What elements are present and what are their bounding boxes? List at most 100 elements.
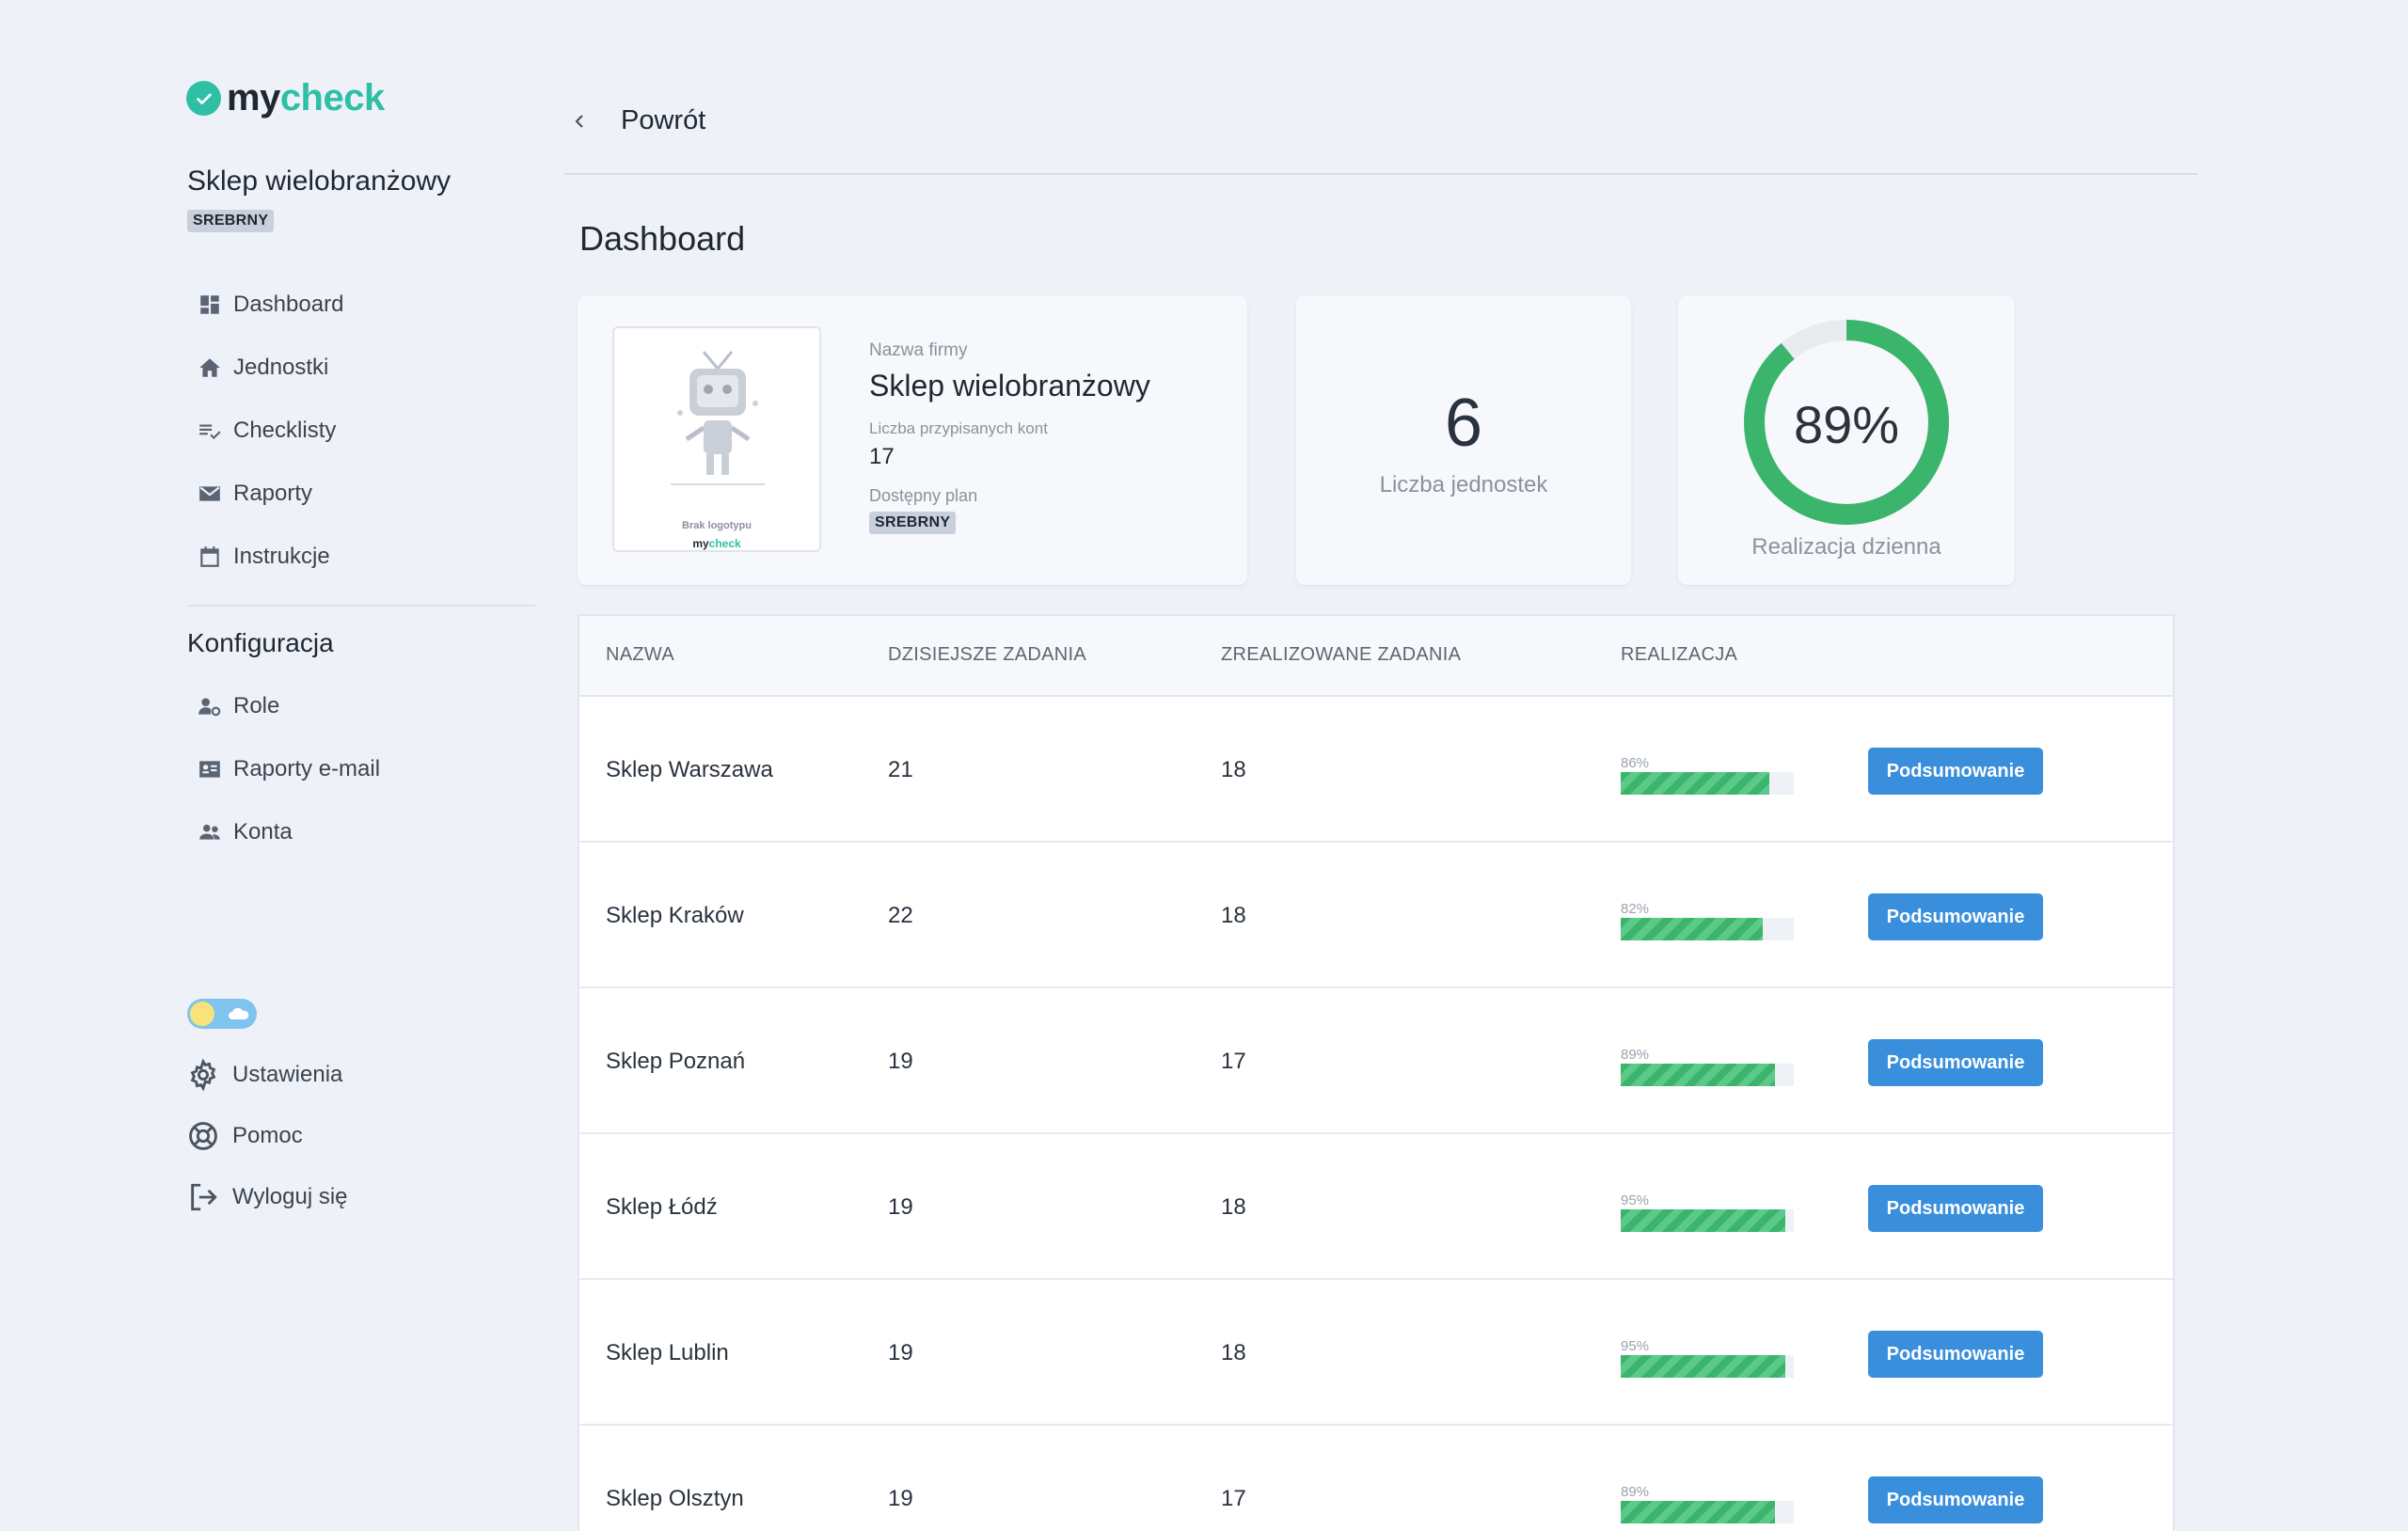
cell-today: 19 — [888, 1194, 913, 1220]
progress-bar: 86% — [1621, 755, 1794, 795]
cell-today: 19 — [888, 1340, 913, 1365]
chevron-left-icon — [575, 114, 583, 128]
company-name-label: Nazwa firmy — [869, 340, 968, 360]
progress-label: 89% — [1621, 1047, 1650, 1063]
help-link[interactable]: Pomoc — [187, 1105, 348, 1166]
gear-icon — [190, 1058, 216, 1091]
cell-done: 17 — [1221, 1486, 1246, 1511]
sidebar-item-label: Dashboard — [233, 291, 344, 317]
company-name-value: Sklep wielobranżowy — [869, 369, 1150, 402]
cell-done: 18 — [1221, 1340, 1246, 1365]
progress-label: 95% — [1621, 1192, 1650, 1208]
sidebar-item-role[interactable]: Role — [198, 674, 380, 737]
accounts-value: 17 — [869, 444, 895, 469]
progress-bar: 89% — [1621, 1047, 1794, 1086]
sidebar-item-raporty[interactable]: Raporty — [198, 462, 343, 525]
progress-track — [1621, 1501, 1794, 1523]
cell-name: Sklep Warszawa — [606, 757, 773, 782]
summary-button[interactable]: Podsumowanie — [1868, 1476, 2043, 1523]
progress-fill — [1621, 1355, 1785, 1378]
mail-icon — [199, 485, 220, 501]
cell-today: 19 — [888, 1486, 913, 1511]
config-nav: Role Raporty e-mail Konta — [198, 674, 380, 863]
bottom-nav: Ustawienia Pomoc Wyloguj się — [187, 1044, 348, 1227]
table-row: Sklep Olsztyn 19 17 89% Podsumowanie — [579, 1426, 2173, 1531]
home-icon — [199, 357, 220, 377]
id-card-icon — [199, 760, 220, 778]
company-name: Sklep wielobranżowy — [187, 166, 452, 197]
logout-icon — [191, 1183, 217, 1210]
cell-today: 19 — [888, 1049, 913, 1074]
progress-bar: 89% — [1621, 1484, 1794, 1523]
dashboard-icon — [200, 294, 219, 314]
lifebuoy-icon — [189, 1121, 217, 1150]
summary-button[interactable]: Podsumowanie — [1868, 893, 2043, 940]
sidebar-item-konta[interactable]: Konta — [198, 800, 380, 863]
progress-track — [1621, 1355, 1794, 1378]
column-header-rate[interactable]: REALIZACJA — [1621, 644, 1737, 666]
checklist-icon — [199, 424, 221, 439]
brand-name: mycheck — [227, 77, 385, 118]
column-header-done[interactable]: ZREALIZOWANE ZADANIA — [1221, 644, 1461, 666]
sidebar-item-instrukcje[interactable]: Instrukcje — [198, 525, 343, 588]
group-icon — [199, 824, 220, 840]
back-button[interactable]: Powrót — [570, 105, 705, 136]
summary-button[interactable]: Podsumowanie — [1868, 1039, 2043, 1086]
progress-label: 82% — [1621, 901, 1650, 917]
progress-bar: 82% — [1621, 901, 1794, 940]
table-row: Sklep Warszawa 21 18 86% Podsumowanie — [579, 697, 2173, 843]
progress-track — [1621, 1064, 1794, 1086]
settings-link[interactable]: Ustawienia — [187, 1044, 348, 1105]
plan-label: Dostępny plan — [869, 486, 978, 505]
sidebar-item-label: Checklisty — [233, 417, 337, 443]
cell-name: Sklep Łódź — [606, 1194, 718, 1220]
cell-done: 18 — [1221, 1194, 1246, 1220]
sidebar-item-label: Raporty e-mail — [233, 755, 381, 781]
main-nav: Dashboard Jednostki Checklisty Raporty I… — [198, 273, 343, 588]
progress-track — [1621, 918, 1794, 940]
sidebar-item-dashboard[interactable]: Dashboard — [198, 273, 343, 336]
company-logo-placeholder: Brak logotypu mycheck — [612, 326, 821, 552]
sidebar-item-checklisty[interactable]: Checklisty — [198, 399, 343, 462]
units-count: 6 — [1444, 386, 1483, 461]
cell-today: 21 — [888, 757, 913, 782]
table-row: Sklep Poznań 19 17 89% Podsumowanie — [579, 988, 2173, 1134]
cell-done: 18 — [1221, 757, 1246, 782]
sidebar-item-label: Raporty — [233, 480, 313, 506]
theme-toggle[interactable] — [187, 999, 257, 1029]
logout-label: Wyloguj się — [232, 1183, 348, 1209]
cloud-icon — [229, 1008, 249, 1019]
summary-button[interactable]: Podsumowanie — [1868, 748, 2043, 795]
progress-bar: 95% — [1621, 1192, 1794, 1232]
sun-icon — [190, 1002, 214, 1026]
table-row: Sklep Lublin 19 18 95% Podsumowanie — [579, 1280, 2173, 1426]
brand-logo[interactable]: mycheck — [186, 77, 385, 119]
column-header-today[interactable]: DZISIEJSZE ZADANIA — [888, 644, 1086, 666]
progress-label: 89% — [1621, 1484, 1650, 1500]
accounts-label: Liczba przypisanych kont — [869, 419, 1048, 437]
no-logo-text: Brak logotypu — [682, 520, 752, 531]
page-title: Dashboard — [579, 219, 746, 258]
company-card: Brak logotypu mycheck Nazwa firmy Sklep … — [578, 295, 1247, 585]
cell-name: Sklep Kraków — [606, 903, 744, 928]
daily-rate-value: 89% — [1793, 395, 1900, 454]
sidebar-item-label: Instrukcje — [233, 543, 330, 569]
sidebar-item-label: Role — [233, 692, 280, 718]
summary-button[interactable]: Podsumowanie — [1868, 1185, 2043, 1232]
summary-button[interactable]: Podsumowanie — [1868, 1331, 2043, 1378]
cell-today: 22 — [888, 903, 913, 928]
help-label: Pomoc — [232, 1122, 303, 1148]
plan-badge: SREBRNY — [187, 210, 275, 232]
cell-name: Sklep Olsztyn — [606, 1486, 744, 1511]
sidebar-item-raporty-email[interactable]: Raporty e-mail — [198, 737, 380, 800]
progress-fill — [1621, 1064, 1775, 1086]
progress-fill — [1621, 1501, 1775, 1523]
column-header-name[interactable]: NAZWA — [606, 644, 674, 666]
progress-track — [1621, 1209, 1794, 1232]
logout-link[interactable]: Wyloguj się — [187, 1166, 348, 1227]
daily-rate-card: 89% Realizacja dzienna — [1678, 295, 2015, 585]
sidebar-item-jednostki[interactable]: Jednostki — [198, 336, 343, 399]
mini-brand-logo: mycheck — [692, 537, 741, 550]
progress-fill — [1621, 772, 1770, 795]
units-label: Liczba jednostek — [1379, 472, 1548, 497]
